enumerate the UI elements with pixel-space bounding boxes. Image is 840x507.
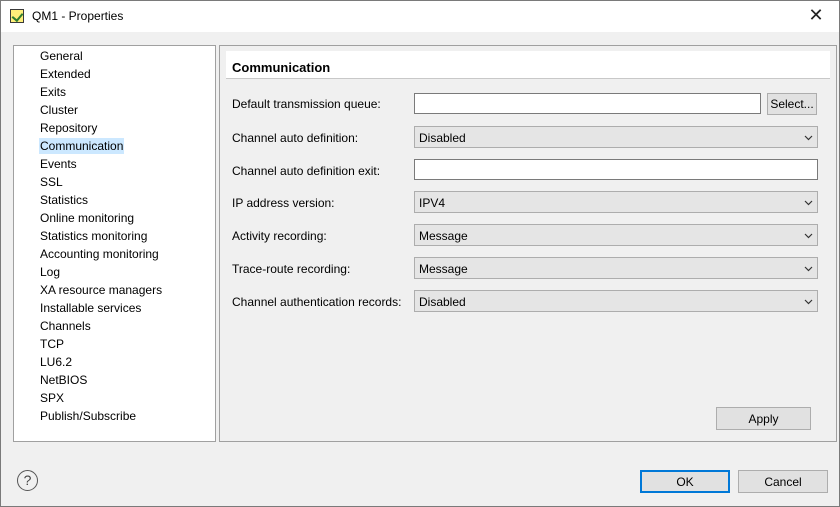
nav-item-communication[interactable]: Communication: [39, 138, 125, 154]
activity-recording-select[interactable]: Message: [414, 224, 818, 246]
trace-route-recording-select[interactable]: Message: [414, 257, 818, 279]
trace-route-recording-label: Trace-route recording:: [232, 262, 351, 276]
apply-button[interactable]: Apply: [716, 407, 811, 430]
nav-item-log[interactable]: Log: [39, 264, 61, 280]
ip-address-version-value: IPV4: [419, 196, 446, 210]
nav-item-accounting-monitoring[interactable]: Accounting monitoring: [39, 246, 160, 262]
properties-icon: [10, 9, 24, 23]
help-icon[interactable]: ?: [17, 470, 38, 491]
channel-auto-definition-exit-input[interactable]: [414, 159, 818, 180]
activity-recording-label: Activity recording:: [232, 229, 327, 243]
nav-item-events[interactable]: Events: [39, 156, 78, 172]
nav-item-ssl[interactable]: SSL: [39, 174, 64, 190]
default-transmission-queue-input[interactable]: [414, 93, 761, 114]
nav-item-cluster[interactable]: Cluster: [39, 102, 79, 118]
nav-item-statistics-monitoring[interactable]: Statistics monitoring: [39, 228, 148, 244]
cancel-button[interactable]: Cancel: [738, 470, 828, 493]
nav-item-statistics[interactable]: Statistics: [39, 192, 89, 208]
channel-auto-definition-label: Channel auto definition:: [232, 131, 359, 145]
close-icon[interactable]: ✕: [793, 1, 839, 32]
nav-item-channels[interactable]: Channels: [39, 318, 92, 334]
nav-item-spx[interactable]: SPX: [39, 390, 65, 406]
panel-title: Communication: [232, 60, 331, 75]
ip-address-version-label: IP address version:: [232, 196, 335, 210]
nav-item-installable-services[interactable]: Installable services: [39, 300, 142, 316]
trace-route-recording-value: Message: [419, 262, 468, 276]
nav-item-netbios[interactable]: NetBIOS: [39, 372, 88, 388]
nav-item-tcp[interactable]: TCP: [39, 336, 65, 352]
nav-item-extended[interactable]: Extended: [39, 66, 92, 82]
nav-item-lu62[interactable]: LU6.2: [39, 354, 73, 370]
nav-item-repository[interactable]: Repository: [39, 120, 98, 136]
panel-header: Communication: [226, 51, 830, 79]
channel-auto-definition-value: Disabled: [419, 131, 466, 145]
ok-button[interactable]: OK: [640, 470, 730, 493]
nav-item-exits[interactable]: Exits: [39, 84, 67, 100]
title-bar: QM1 - Properties ✕: [1, 1, 839, 32]
select-button[interactable]: Select...: [767, 93, 817, 115]
nav-item-online-monitoring[interactable]: Online monitoring: [39, 210, 135, 226]
category-tree: General Extended Exits Cluster Repositor…: [13, 45, 216, 442]
channel-authentication-records-value: Disabled: [419, 295, 466, 309]
ip-address-version-select[interactable]: IPV4: [414, 191, 818, 213]
properties-dialog: QM1 - Properties ✕ General Extended Exit…: [0, 0, 840, 507]
chevron-down-icon: [804, 135, 813, 141]
channel-auto-definition-exit-label: Channel auto definition exit:: [232, 164, 381, 178]
activity-recording-value: Message: [419, 229, 468, 243]
channel-authentication-records-label: Channel authentication records:: [232, 295, 402, 309]
chevron-down-icon: [804, 299, 813, 305]
default-transmission-queue-label: Default transmission queue:: [232, 97, 381, 111]
nav-item-general[interactable]: General: [39, 48, 84, 64]
nav-item-xa-resource-managers[interactable]: XA resource managers: [39, 282, 163, 298]
channel-authentication-records-select[interactable]: Disabled: [414, 290, 818, 312]
window-title: QM1 - Properties: [32, 9, 124, 23]
communication-panel: Communication Default transmission queue…: [219, 45, 837, 442]
channel-auto-definition-select[interactable]: Disabled: [414, 126, 818, 148]
chevron-down-icon: [804, 200, 813, 206]
chevron-down-icon: [804, 233, 813, 239]
chevron-down-icon: [804, 266, 813, 272]
nav-item-publish-subscribe[interactable]: Publish/Subscribe: [39, 408, 137, 424]
